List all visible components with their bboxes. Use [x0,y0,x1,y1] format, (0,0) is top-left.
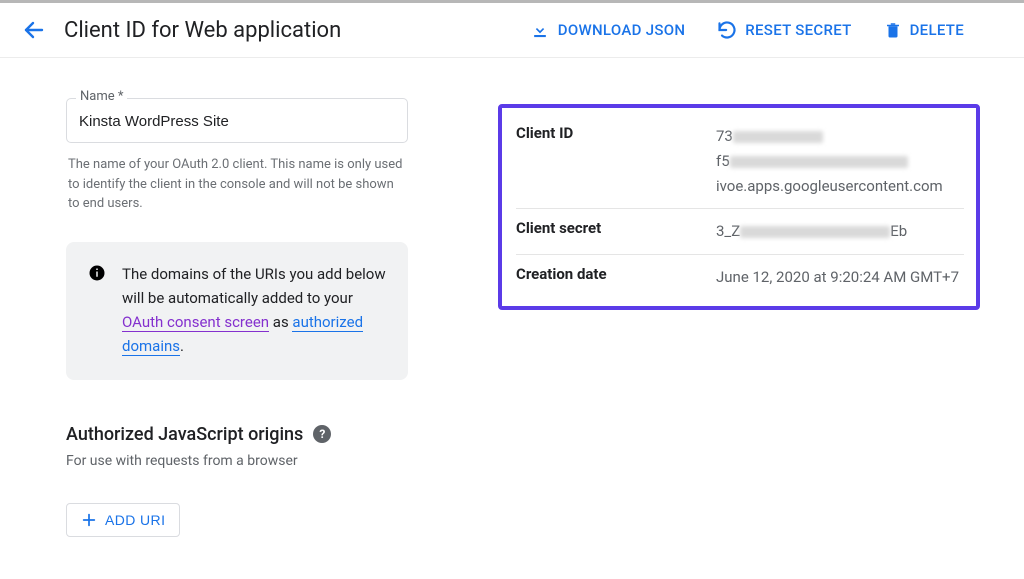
client-id-prefix2: f5 [716,152,730,170]
client-id-prefix1: 73 [716,127,733,145]
section-title-row: Authorized JavaScript origins ? [66,424,408,445]
client-id-label: Client ID [516,124,716,198]
content: Name * The name of your OAuth 2.0 client… [0,58,1024,537]
authorized-js-origins-section: Authorized JavaScript origins ? For use … [66,424,408,537]
trash-icon [884,20,902,40]
redacted-segment [730,156,908,168]
reset-secret-button[interactable]: RESET SECRET [717,20,851,40]
client-secret-row: Client secret 3_Z Eb [516,209,964,255]
creation-date-value: June 12, 2020 at 9:20:24 AM GMT+7 [716,265,964,290]
authorized-js-origins-desc: For use with requests from a browser [66,453,408,469]
client-id-value: 73 f5 ivoe.apps.googleusercontent.com [716,124,964,198]
redacted-segment [733,131,823,143]
creation-date-label: Creation date [516,265,716,290]
info-icon [88,264,106,282]
client-id-row: Client ID 73 f5 ivoe.apps.googleuserconte… [516,114,964,209]
arrow-left-icon [22,18,46,42]
download-json-label: DOWNLOAD JSON [558,21,686,39]
help-icon[interactable]: ? [313,425,331,443]
oauth-consent-link[interactable]: OAuth consent screen [122,313,269,332]
info-text-mid: as [269,313,292,331]
reset-secret-label: RESET SECRET [745,21,851,39]
top-bar: Client ID for Web application DOWNLOAD J… [0,0,1024,58]
name-help-text: The name of your OAuth 2.0 client. This … [66,153,408,214]
delete-label: DELETE [910,21,964,39]
top-actions: DOWNLOAD JSON RESET SECRET DELETE [530,20,964,40]
credentials-box: Client ID 73 f5 ivoe.apps.googleuserconte… [498,104,980,310]
add-uri-label: ADD URI [105,512,165,528]
left-column: Name * The name of your OAuth 2.0 client… [66,98,408,537]
client-secret-suffix: Eb [890,222,907,240]
creation-date-row: Creation date June 12, 2020 at 9:20:24 A… [516,255,964,300]
add-uri-button[interactable]: ADD URI [66,503,180,537]
client-secret-label: Client secret [516,219,716,244]
name-label: Name * [76,89,127,104]
page-title: Client ID for Web application [64,18,341,43]
redacted-segment [740,226,890,238]
info-text-post: . [180,337,184,355]
back-button[interactable] [20,16,48,44]
client-id-suffix2: ivoe.apps.googleusercontent.com [716,177,943,195]
refresh-icon [717,20,737,40]
right-column: Client ID 73 f5 ivoe.apps.googleuserconte… [498,98,980,537]
client-secret-prefix: 3_Z [716,222,740,240]
name-input[interactable] [66,98,408,143]
download-icon [530,20,550,40]
name-field-wrap: Name * [66,98,408,143]
info-card: The domains of the URIs you add below wi… [66,242,408,380]
plus-icon [81,512,97,528]
authorized-js-origins-title: Authorized JavaScript origins [66,424,303,445]
client-secret-value: 3_Z Eb [716,219,964,244]
info-text-pre: The domains of the URIs you add below wi… [122,265,386,307]
download-json-button[interactable]: DOWNLOAD JSON [530,20,686,40]
delete-button[interactable]: DELETE [884,20,964,40]
